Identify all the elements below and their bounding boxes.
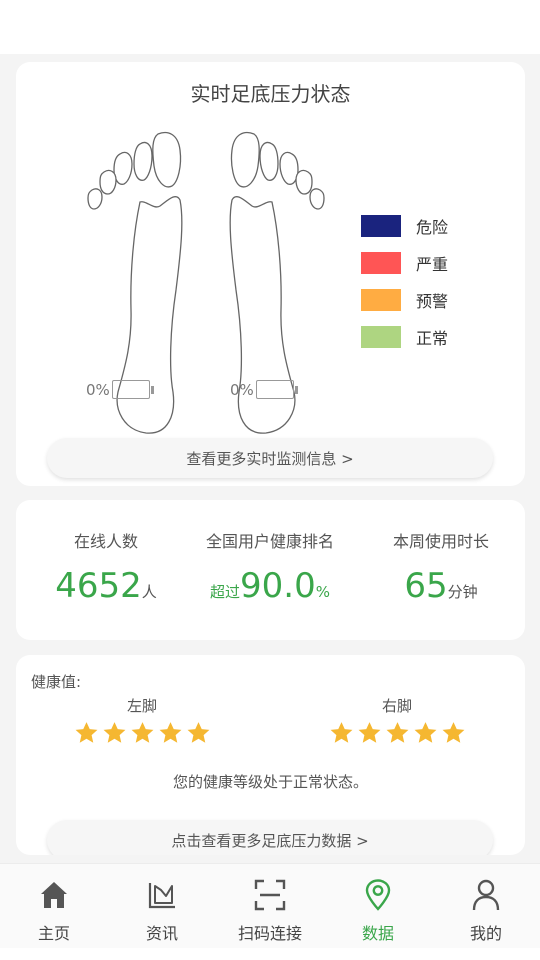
weekly-usage-value: 65 bbox=[404, 566, 448, 606]
legend-swatch bbox=[361, 288, 401, 311]
location-pin-icon bbox=[365, 879, 391, 911]
legend-item-normal: 正常 bbox=[361, 318, 448, 355]
health-rank-value: 90.0 bbox=[240, 566, 316, 606]
realtime-title: 实时足底压力状态 bbox=[190, 82, 351, 106]
star-icon bbox=[358, 722, 380, 743]
star-icon bbox=[330, 722, 352, 743]
battery-cap bbox=[294, 385, 298, 394]
nav-label: 扫码连接 bbox=[237, 924, 302, 943]
weekly-usage-unit: 分钟 bbox=[447, 583, 478, 601]
star-icon bbox=[187, 722, 209, 743]
online-users-label: 在线人数 bbox=[73, 532, 138, 551]
health-rank-prefix: 超过 bbox=[210, 583, 241, 601]
nav-item-home[interactable]: 主页 bbox=[0, 864, 108, 948]
star-icon bbox=[386, 722, 408, 743]
pressure-legend: 危险 严重 预警 正常 bbox=[361, 207, 448, 355]
bottom-nav: 主页 资讯 扫码连接 数据 我的 bbox=[0, 863, 540, 948]
nav-item-data[interactable]: 数据 bbox=[324, 864, 432, 948]
legend-swatch bbox=[361, 251, 401, 274]
star-icon bbox=[159, 722, 181, 743]
right-foot-rating: 右脚 bbox=[327, 695, 467, 746]
legend-swatch bbox=[361, 214, 401, 237]
star-icon bbox=[442, 722, 464, 743]
right-battery: 0% bbox=[230, 380, 298, 399]
nav-label: 主页 bbox=[37, 924, 70, 943]
left-foot-label: 左脚 bbox=[126, 697, 157, 715]
left-battery: 0% bbox=[86, 380, 154, 399]
left-foot-stars bbox=[72, 720, 212, 746]
online-users-unit: 人 bbox=[141, 583, 157, 601]
weekly-usage-stat: 本周使用时长 65分钟 bbox=[371, 528, 511, 606]
star-icon bbox=[103, 722, 125, 743]
battery-icon bbox=[111, 380, 150, 399]
health-title: 健康值: bbox=[31, 673, 82, 691]
health-rank-unit: % bbox=[315, 583, 330, 601]
right-foot-label: 右脚 bbox=[381, 697, 412, 715]
legend-label: 严重 bbox=[416, 254, 449, 274]
realtime-pressure-card: 实时足底压力状态 0% 0% 危险 严重 预警 正常 查看更多实时监测信息 > bbox=[16, 62, 525, 486]
nav-label: 资讯 bbox=[145, 924, 178, 943]
scan-icon bbox=[254, 879, 286, 911]
right-foot-stars bbox=[327, 720, 467, 746]
nav-label: 数据 bbox=[361, 924, 394, 943]
health-card: 健康值: 左脚 右脚 您的健康等级处于正常状态。 点击查看更多足底压力数据 > bbox=[16, 655, 525, 855]
left-battery-percent: 0% bbox=[86, 380, 110, 399]
battery-cap bbox=[150, 385, 154, 394]
health-rank-stat: 全国用户健康排名 超过90.0% bbox=[186, 528, 354, 606]
bottom-safe-area bbox=[0, 948, 540, 960]
legend-swatch bbox=[361, 325, 401, 348]
star-icon bbox=[131, 722, 153, 743]
online-users-stat: 在线人数 4652人 bbox=[46, 528, 166, 606]
battery-icon bbox=[255, 380, 294, 399]
more-pressure-data-button[interactable]: 点击查看更多足底压力数据 > bbox=[47, 820, 493, 855]
chart-icon bbox=[148, 883, 175, 909]
health-status-text: 您的健康等级处于正常状态。 bbox=[172, 773, 368, 791]
legend-label: 正常 bbox=[416, 328, 449, 348]
legend-item-warning: 预警 bbox=[361, 281, 448, 318]
legend-label: 预警 bbox=[416, 291, 449, 311]
legend-item-danger: 危险 bbox=[361, 207, 448, 244]
health-rank-value-row: 超过90.0% bbox=[186, 566, 354, 606]
more-realtime-button[interactable]: 查看更多实时监测信息 > bbox=[47, 438, 493, 478]
legend-item-severe: 严重 bbox=[361, 244, 448, 281]
left-foot-rating: 左脚 bbox=[72, 695, 212, 746]
nav-item-news[interactable]: 资讯 bbox=[108, 864, 216, 948]
status-bar bbox=[0, 0, 540, 54]
nav-item-scan[interactable]: 扫码连接 bbox=[216, 864, 324, 948]
nav-label: 我的 bbox=[469, 924, 502, 943]
home-icon bbox=[41, 882, 67, 908]
online-users-value-row: 4652人 bbox=[46, 566, 166, 606]
health-rank-label: 全国用户健康排名 bbox=[205, 532, 334, 551]
right-battery-percent: 0% bbox=[230, 380, 254, 399]
star-icon bbox=[75, 722, 97, 743]
weekly-usage-label: 本周使用时长 bbox=[392, 532, 489, 551]
weekly-usage-value-row: 65分钟 bbox=[371, 566, 511, 606]
stats-card: 在线人数 4652人 全国用户健康排名 超过90.0% 本周使用时长 65分钟 bbox=[16, 500, 525, 640]
online-users-value: 4652 bbox=[55, 566, 142, 606]
user-icon bbox=[472, 879, 500, 911]
star-icon bbox=[414, 722, 436, 743]
legend-label: 危险 bbox=[416, 217, 449, 237]
nav-item-me[interactable]: 我的 bbox=[432, 864, 540, 948]
